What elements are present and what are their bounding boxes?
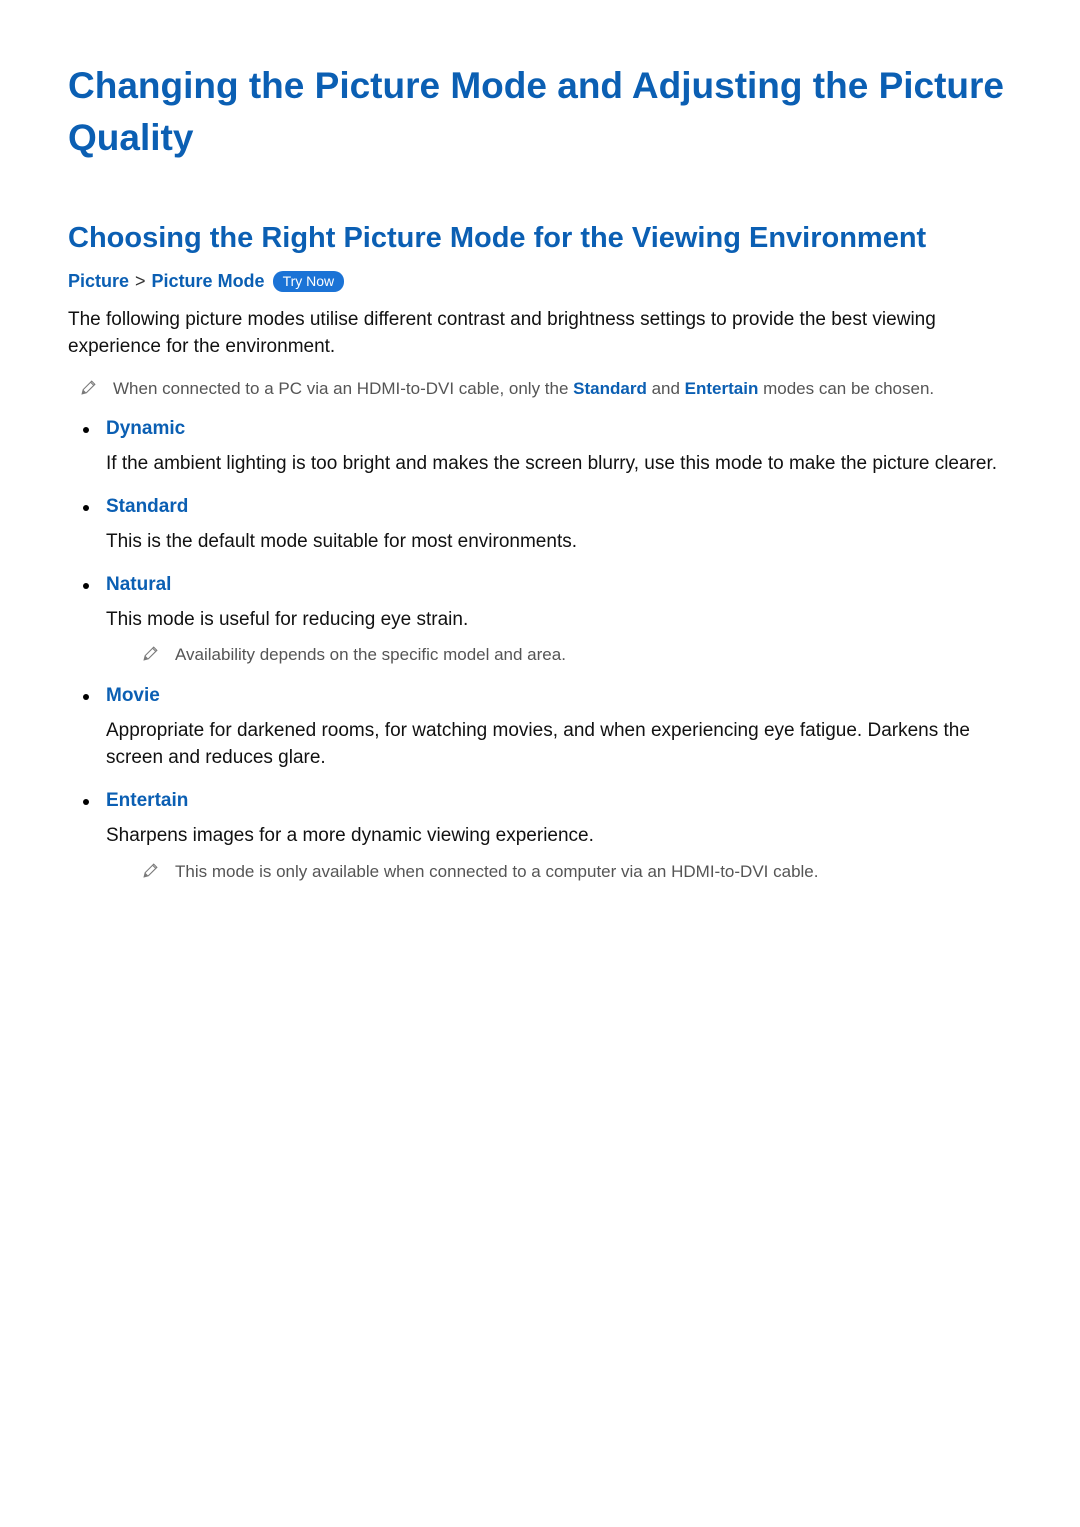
pencil-icon [142,862,159,879]
mode-item-dynamic: Dynamic If the ambient lighting is too b… [80,418,1012,478]
mode-item-standard: Standard This is the default mode suitab… [80,496,1012,556]
mode-description: If the ambient lighting is too bright an… [106,450,1012,478]
note-prefix: When connected to a PC via an HDMI-to-DV… [113,379,573,398]
mode-description: Appropriate for darkened rooms, for watc… [106,717,1012,772]
note-text: Availability depends on the specific mod… [175,643,566,667]
mode-name: Movie [106,685,1012,707]
section-title: Choosing the Right Picture Mode for the … [68,222,1012,255]
mode-name: Dynamic [106,418,1012,440]
mode-description: This mode is useful for reducing eye str… [106,606,1012,634]
note-mid: and [647,379,685,398]
intro-paragraph: The following picture modes utilise diff… [68,306,1012,361]
pencil-icon [80,379,97,396]
chevron-right-icon: > [135,271,146,292]
breadcrumb-leaf: Picture Mode [152,271,265,292]
note-hdmi-dvi: When connected to a PC via an HDMI-to-DV… [80,377,1012,401]
note-suffix: modes can be chosen. [758,379,934,398]
note-entertain-availability: This mode is only available when connect… [142,860,1012,884]
note-text: When connected to a PC via an HDMI-to-DV… [113,377,934,401]
term-standard: Standard [573,379,647,398]
breadcrumb-root: Picture [68,271,129,292]
note-text: This mode is only available when connect… [175,860,818,884]
try-now-badge[interactable]: Try Now [273,271,345,292]
term-entertain: Entertain [685,379,759,398]
mode-description: Sharpens images for a more dynamic viewi… [106,822,1012,850]
mode-name: Natural [106,574,1012,596]
page-title: Changing the Picture Mode and Adjusting … [68,60,1012,164]
mode-item-natural: Natural This mode is useful for reducing… [80,574,1012,667]
mode-item-movie: Movie Appropriate for darkened rooms, fo… [80,685,1012,772]
mode-name: Standard [106,496,1012,518]
pencil-icon [142,645,159,662]
breadcrumb: Picture > Picture Mode Try Now [68,271,1012,292]
mode-description: This is the default mode suitable for mo… [106,528,1012,556]
note-availability: Availability depends on the specific mod… [142,643,1012,667]
mode-list: Dynamic If the ambient lighting is too b… [80,418,1012,883]
mode-item-entertain: Entertain Sharpens images for a more dyn… [80,790,1012,883]
mode-name: Entertain [106,790,1012,812]
